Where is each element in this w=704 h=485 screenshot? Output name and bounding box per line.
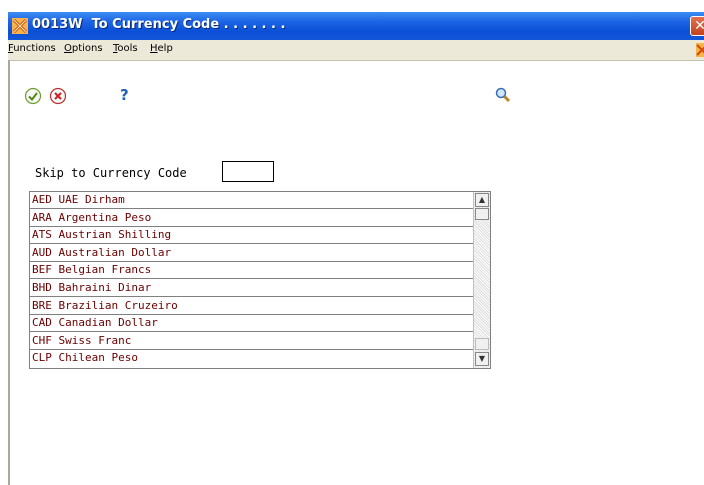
- cancel-x-icon[interactable]: [49, 87, 67, 105]
- list-item[interactable]: AUD Australian Dollar: [30, 245, 473, 262]
- window-title: 0013W To Currency Code . . . . . . .: [32, 17, 286, 32]
- scroll-bottom-button[interactable]: ▼: [475, 352, 489, 366]
- scroll-bottom-icon: ▼: [478, 354, 486, 363]
- list-item[interactable]: CHF Swiss Franc: [30, 333, 473, 350]
- menu-bar: Functions Options Tools Help: [8, 40, 704, 61]
- list-item[interactable]: BEF Belgian Francs: [30, 262, 473, 280]
- magnifier-icon[interactable]: [494, 86, 512, 104]
- skip-to-currency-input[interactable]: [222, 161, 274, 182]
- list-item[interactable]: BHD Bahraini Dinar: [30, 280, 473, 297]
- list-item[interactable]: ATS Austrian Shilling: [30, 227, 473, 245]
- help-icon[interactable]: ?: [120, 86, 129, 104]
- list-item[interactable]: CAD Canadian Dollar: [30, 315, 473, 333]
- window: 0013W To Currency Code . . . . . . . ✕ F…: [8, 0, 704, 485]
- scroll-top-icon: ▲: [478, 195, 486, 204]
- currency-list: AED UAE Dirham ARA Argentina Peso ATS Au…: [29, 191, 491, 369]
- skip-to-currency-label: Skip to Currency Code: [35, 166, 187, 180]
- list-item[interactable]: AED UAE Dirham: [30, 192, 473, 209]
- scroll-top-button[interactable]: ▲: [475, 193, 489, 207]
- list-item[interactable]: BRE Brazilian Cruzeiro: [30, 298, 473, 315]
- jde-menu-icon: [696, 43, 704, 57]
- list-item[interactable]: ARA Argentina Peso: [30, 210, 473, 227]
- checkmark-icon[interactable]: [24, 87, 42, 105]
- list-scrollbar[interactable]: ▲ ▼: [473, 192, 490, 368]
- scroll-down-button[interactable]: [475, 338, 489, 350]
- close-button[interactable]: ✕: [690, 16, 704, 36]
- menu-help[interactable]: Help: [150, 43, 173, 54]
- scroll-up-button[interactable]: [475, 208, 489, 220]
- menu-functions[interactable]: Functions: [8, 43, 56, 54]
- list-item[interactable]: CLP Chilean Peso: [30, 350, 473, 367]
- menu-options[interactable]: Options: [64, 43, 103, 54]
- window-left-border: [8, 60, 10, 485]
- jde-app-icon: [12, 18, 28, 34]
- menu-tools[interactable]: Tools: [113, 43, 138, 54]
- close-icon: ✕: [694, 18, 704, 34]
- title-bar[interactable]: 0013W To Currency Code . . . . . . . ✕: [8, 12, 704, 40]
